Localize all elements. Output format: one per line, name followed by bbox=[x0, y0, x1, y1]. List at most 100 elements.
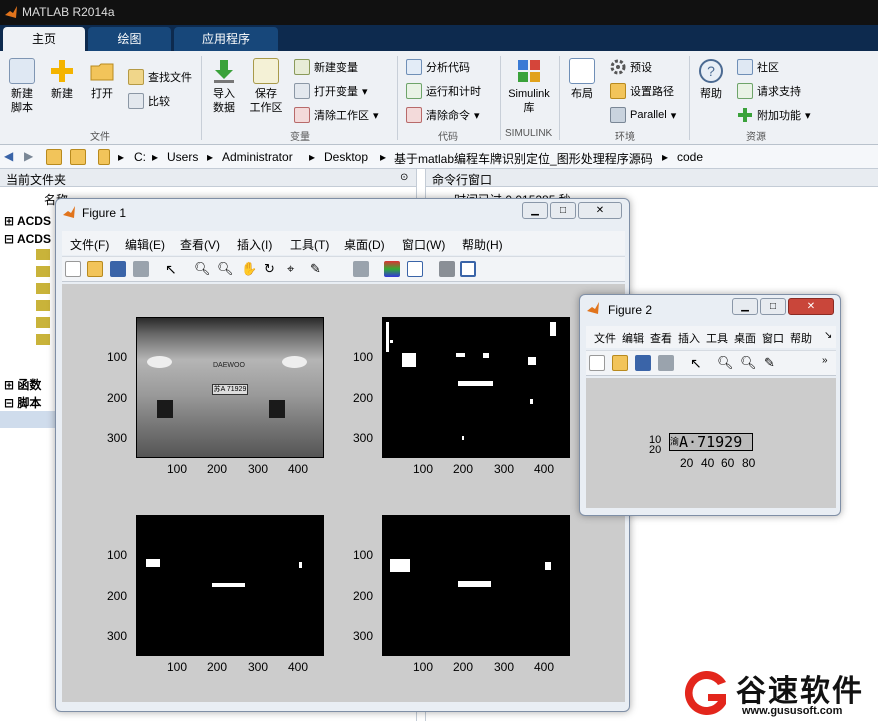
tree-item[interactable]: ⊞ ACDS bbox=[4, 214, 51, 228]
zoom-out-icon[interactable]: 🔍︎ bbox=[740, 355, 757, 371]
menu-edit[interactable]: 编辑(E) bbox=[125, 236, 165, 253]
rotate-3d-icon[interactable]: ↻ bbox=[264, 261, 280, 277]
menu-tools[interactable]: 工具 bbox=[706, 330, 728, 346]
request-support-button[interactable]: 请求支持 bbox=[737, 83, 801, 99]
tree-item[interactable]: ⊞ 函数 bbox=[4, 376, 41, 393]
pointer-icon[interactable]: ↖ bbox=[690, 355, 706, 371]
expand-icon[interactable]: ⊞ bbox=[4, 214, 14, 228]
set-path-button[interactable]: 设置路径 bbox=[610, 83, 674, 99]
crumb-code[interactable]: code bbox=[677, 150, 703, 164]
tab-apps[interactable]: 应用程序 bbox=[174, 27, 278, 51]
selected-script-row[interactable] bbox=[0, 411, 60, 428]
menu-tools[interactable]: 工具(T) bbox=[290, 236, 329, 253]
menu-overflow-icon[interactable]: ↘ bbox=[824, 330, 832, 341]
new-figure-icon[interactable] bbox=[589, 355, 605, 371]
save-workspace-button[interactable]: 保存 工作区 bbox=[246, 58, 286, 115]
print-icon[interactable] bbox=[658, 355, 674, 371]
zoom-in-icon[interactable]: 🔍︎ bbox=[717, 355, 734, 371]
link-plot-icon[interactable] bbox=[353, 261, 369, 277]
menu-view[interactable]: 查看(V) bbox=[180, 236, 220, 253]
clear-commands-button[interactable]: 清除命令 ▾ bbox=[406, 107, 480, 123]
pointer-icon[interactable]: ↖ bbox=[165, 261, 181, 277]
tree-item[interactable]: ⊟ ACDS bbox=[4, 232, 51, 246]
menu-insert[interactable]: 插入 bbox=[678, 330, 700, 346]
back-arrow-icon[interactable]: ◀ bbox=[4, 149, 13, 163]
import-data-button[interactable]: 导入 数据 bbox=[206, 58, 242, 115]
new-button[interactable]: 新建 bbox=[44, 58, 80, 101]
zoom-out-icon[interactable]: 🔍︎ bbox=[217, 261, 234, 277]
open-folder-icon bbox=[89, 58, 115, 84]
colorbar-icon[interactable] bbox=[384, 261, 400, 277]
legend-icon[interactable] bbox=[407, 261, 423, 277]
save-icon[interactable] bbox=[110, 261, 126, 277]
zoom-in-icon[interactable]: 🔍︎ bbox=[194, 261, 211, 277]
data-cursor-icon[interactable]: ⌖ bbox=[287, 261, 303, 277]
ribbon-separator bbox=[397, 56, 398, 140]
menu-window[interactable]: 窗口 bbox=[762, 330, 784, 346]
preferences-button[interactable]: 预设 bbox=[610, 59, 652, 75]
new-script-button[interactable]: 新建 脚本 bbox=[4, 58, 40, 115]
open-button[interactable]: 打开 bbox=[84, 58, 120, 101]
close-button[interactable]: ✕ bbox=[578, 202, 622, 219]
tab-plots[interactable]: 绘图 bbox=[88, 27, 171, 51]
new-variable-button[interactable]: 新建变量 bbox=[294, 59, 358, 75]
show-plot-tools-icon[interactable] bbox=[460, 261, 476, 277]
open-file-icon[interactable] bbox=[612, 355, 628, 371]
print-icon[interactable] bbox=[133, 261, 149, 277]
pan-hand-icon[interactable]: ✋ bbox=[241, 261, 257, 277]
compare-button[interactable]: 比较 bbox=[128, 93, 170, 109]
menu-file[interactable]: 文件(F) bbox=[70, 236, 109, 253]
menu-help[interactable]: 帮助 bbox=[790, 330, 814, 346]
menu-edit[interactable]: 编辑 bbox=[622, 330, 644, 346]
crumb-project[interactable]: 基于matlab编程车牌识别定位_图形处理程序源码 bbox=[394, 150, 653, 167]
image-file-icons[interactable] bbox=[36, 249, 50, 349]
open-variable-button[interactable]: 打开变量 ▾ bbox=[294, 83, 368, 99]
add-ons-button[interactable]: 附加功能 ▾ bbox=[737, 107, 811, 123]
menu-view[interactable]: 查看 bbox=[650, 330, 672, 346]
menu-insert[interactable]: 插入(I) bbox=[237, 236, 272, 253]
clear-workspace-button[interactable]: 清除工作区 ▾ bbox=[294, 107, 379, 123]
group-label-environment: 环境 bbox=[615, 132, 635, 143]
forward-arrow-icon[interactable]: ▶ bbox=[24, 149, 33, 163]
tab-home[interactable]: 主页 bbox=[3, 27, 85, 51]
analyze-code-icon bbox=[406, 59, 422, 75]
minimize-button[interactable]: ▁ bbox=[522, 202, 548, 219]
crumb-users[interactable]: Users bbox=[167, 150, 198, 164]
brush-icon[interactable]: ✎ bbox=[310, 261, 326, 277]
open-file-icon[interactable] bbox=[87, 261, 103, 277]
community-button[interactable]: 社区 bbox=[737, 59, 779, 75]
browse-folder-icon[interactable] bbox=[70, 149, 86, 165]
ribbon-separator bbox=[201, 56, 202, 140]
hide-plot-tools-icon[interactable] bbox=[439, 261, 455, 277]
collapse-icon[interactable]: ⊟ bbox=[4, 232, 14, 246]
toolbar-overflow-icon[interactable]: » bbox=[822, 355, 838, 371]
run-and-time-button[interactable]: 运行和计时 bbox=[406, 83, 481, 99]
new-figure-icon[interactable] bbox=[65, 261, 81, 277]
parallel-button[interactable]: Parallel ▾ bbox=[610, 107, 676, 123]
x-tick: 200 bbox=[207, 660, 228, 674]
menu-file[interactable]: 文件 bbox=[594, 330, 616, 346]
analyze-code-button[interactable]: 分析代码 bbox=[406, 59, 470, 75]
tree-item[interactable]: ⊟ 脚本 bbox=[4, 394, 41, 411]
crumb-administrator[interactable]: Administrator bbox=[222, 150, 293, 164]
menu-desktop[interactable]: 桌面 bbox=[734, 330, 756, 346]
crumb-drive[interactable]: C: bbox=[134, 150, 146, 164]
layout-button[interactable]: 布局 bbox=[564, 58, 600, 101]
help-button[interactable]: ? 帮助 bbox=[695, 58, 727, 101]
collapse-icon[interactable]: ⊟ bbox=[4, 396, 14, 410]
simulink-library-button[interactable]: Simulink 库 bbox=[504, 58, 554, 115]
crumb-desktop[interactable]: Desktop bbox=[324, 150, 368, 164]
maximize-button[interactable]: □ bbox=[550, 202, 576, 219]
menu-desktop[interactable]: 桌面(D) bbox=[344, 236, 385, 253]
expand-icon[interactable]: ⊞ bbox=[4, 378, 14, 392]
save-icon[interactable] bbox=[635, 355, 651, 371]
find-files-button[interactable]: 查找文件 bbox=[128, 69, 192, 85]
up-folder-icon[interactable] bbox=[46, 149, 62, 165]
minimize-button[interactable]: ▁ bbox=[732, 298, 758, 315]
menu-help[interactable]: 帮助(H) bbox=[462, 236, 503, 253]
menu-window[interactable]: 窗口(W) bbox=[402, 236, 445, 253]
close-button[interactable]: ✕ bbox=[788, 298, 834, 315]
brush-icon[interactable]: ✎ bbox=[764, 355, 780, 371]
panel-menu-icon[interactable]: ⊙ bbox=[400, 172, 408, 183]
maximize-button[interactable]: □ bbox=[760, 298, 786, 315]
